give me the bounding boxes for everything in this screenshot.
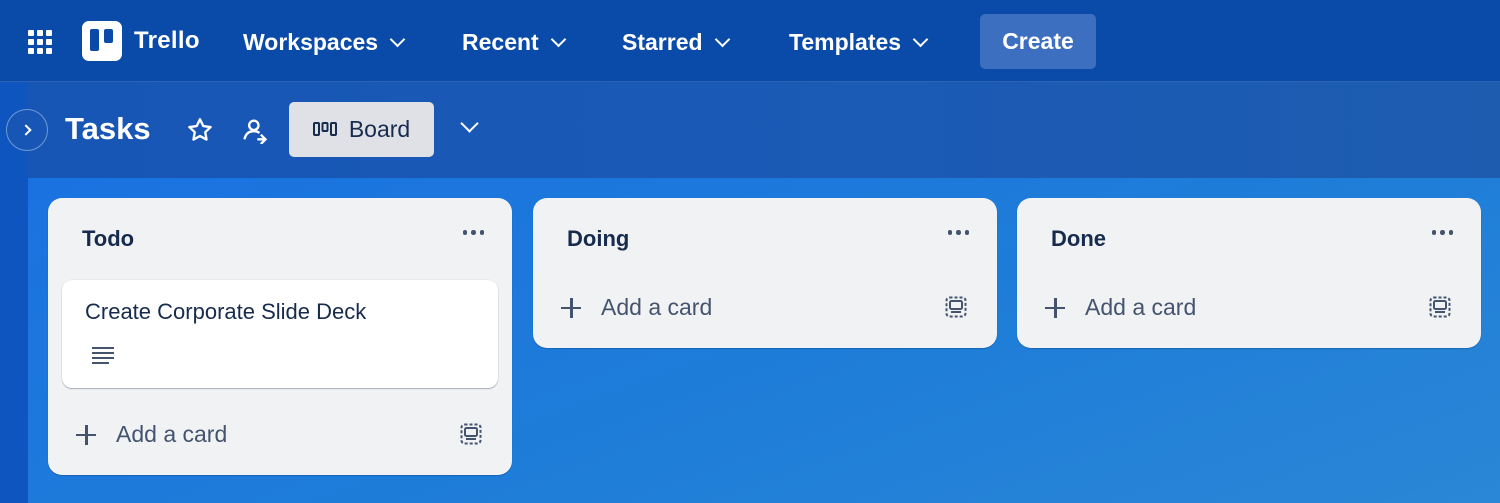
star-icon[interactable] bbox=[186, 116, 214, 144]
card[interactable]: Create Corporate Slide Deck bbox=[62, 280, 498, 388]
list-title[interactable]: Todo bbox=[82, 226, 134, 252]
nav-templates-label: Templates bbox=[789, 28, 902, 55]
list-menu-icon[interactable] bbox=[462, 230, 484, 235]
board-header bbox=[0, 82, 1500, 178]
board-title[interactable]: Tasks bbox=[65, 111, 151, 147]
trello-logo[interactable]: Trello bbox=[82, 21, 200, 61]
board-view-button[interactable]: Board bbox=[289, 102, 434, 157]
nav-starred-label: Starred bbox=[622, 28, 703, 55]
view-switcher-chevron[interactable] bbox=[456, 113, 482, 140]
chevron-down-icon bbox=[550, 31, 566, 47]
card-template-icon[interactable] bbox=[460, 423, 482, 445]
list-title[interactable]: Done bbox=[1051, 226, 1106, 252]
chevron-down-icon bbox=[714, 31, 730, 47]
list-title[interactable]: Doing bbox=[567, 226, 629, 252]
add-card-button[interactable]: Add a card bbox=[1045, 294, 1196, 321]
nav-workspaces[interactable]: Workspaces bbox=[243, 22, 406, 62]
card-title: Create Corporate Slide Deck bbox=[85, 299, 367, 324]
card-template-icon[interactable] bbox=[1429, 296, 1451, 318]
brand-name: Trello bbox=[134, 27, 200, 54]
board-view-icon bbox=[312, 121, 337, 136]
add-card-label: Add a card bbox=[1085, 294, 1197, 320]
plus-icon bbox=[1045, 297, 1065, 318]
nav-recent[interactable]: Recent bbox=[462, 22, 566, 62]
top-nav-bar: Trello Workspaces Recent Starred Templat… bbox=[0, 0, 1500, 82]
plus-icon bbox=[76, 424, 96, 445]
add-card-label: Add a card bbox=[116, 421, 228, 447]
trello-logo-icon bbox=[82, 21, 122, 61]
nav-starred[interactable]: Starred bbox=[622, 22, 730, 62]
add-card-button[interactable]: Add a card bbox=[76, 421, 227, 448]
app-switcher-icon[interactable] bbox=[28, 30, 52, 54]
list-todo: Todo Create Corporate Slide Deck Add a c… bbox=[48, 198, 512, 475]
create-button[interactable]: Create bbox=[980, 14, 1096, 69]
nav-templates[interactable]: Templates bbox=[789, 22, 929, 62]
chevron-right-icon bbox=[19, 124, 32, 136]
nav-recent-label: Recent bbox=[462, 28, 539, 55]
board-view-label: Board bbox=[348, 116, 411, 142]
plus-icon bbox=[561, 297, 581, 318]
nav-workspaces-label: Workspaces bbox=[243, 28, 379, 55]
description-icon bbox=[92, 347, 114, 364]
list-menu-icon[interactable] bbox=[1431, 230, 1453, 235]
add-card-label: Add a card bbox=[601, 294, 713, 320]
chevron-down-icon bbox=[389, 31, 406, 47]
card-template-icon[interactable] bbox=[945, 296, 967, 318]
list-done: Done Add a card bbox=[1017, 198, 1481, 348]
add-card-button[interactable]: Add a card bbox=[561, 294, 712, 321]
list-menu-icon[interactable] bbox=[947, 230, 969, 235]
chevron-down-icon bbox=[459, 113, 479, 133]
chevron-down-icon bbox=[912, 31, 929, 47]
visibility-members-icon[interactable] bbox=[241, 116, 269, 144]
sidebar-expand-button[interactable] bbox=[6, 109, 48, 151]
list-doing: Doing Add a card bbox=[533, 198, 997, 348]
